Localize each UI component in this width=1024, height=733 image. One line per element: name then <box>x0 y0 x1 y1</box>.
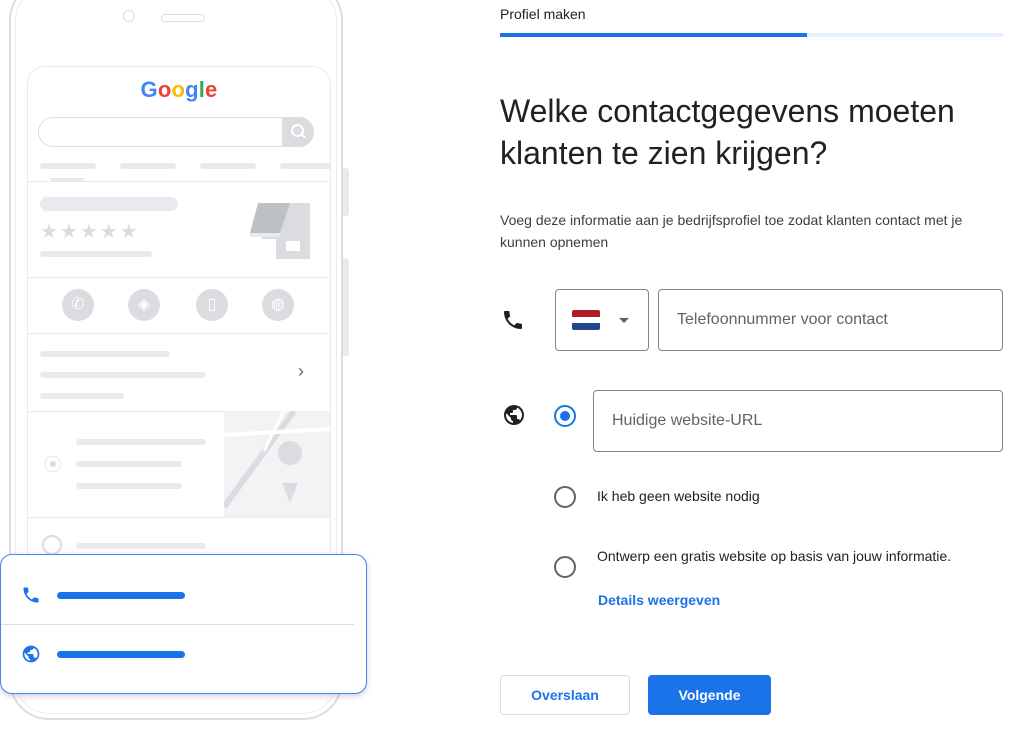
bookmark-icon: ▯ <box>196 289 228 321</box>
skip-button[interactable]: Overslaan <box>500 675 630 715</box>
search-icon <box>282 117 314 147</box>
netherlands-flag-icon <box>572 310 600 330</box>
divider <box>28 333 330 334</box>
call-icon: ✆ <box>62 289 94 321</box>
radio-website-url[interactable] <box>554 405 576 427</box>
page-description: Voeg deze informatie aan je bedrijfsprof… <box>500 212 963 250</box>
divider <box>1 624 354 625</box>
globe-icon <box>504 405 524 425</box>
mock-tab <box>280 163 330 169</box>
camera-icon <box>123 10 135 22</box>
mock-text-line <box>40 351 170 357</box>
details-link[interactable]: Details weergeven <box>598 592 720 608</box>
mock-text-line <box>40 393 124 399</box>
clock-icon <box>42 535 62 555</box>
dropdown-caret-icon <box>619 318 629 323</box>
website-placeholder-bar <box>57 651 185 658</box>
mock-text-line <box>76 543 206 549</box>
storefront-icon <box>250 203 310 259</box>
chevron-right-icon: › <box>298 361 304 381</box>
mock-tab <box>40 163 96 169</box>
phone-placeholder-bar <box>57 592 185 599</box>
globe-icon <box>22 645 40 663</box>
google-logo: Google <box>140 77 218 102</box>
radio-free-website[interactable] <box>554 556 576 578</box>
next-button[interactable]: Volgende <box>648 675 771 715</box>
phone-icon <box>23 587 39 603</box>
mock-text-line <box>76 461 182 467</box>
phone-side-button <box>343 258 349 356</box>
divider <box>28 517 330 518</box>
rating-stars-icon: ★★★★★ <box>40 221 140 243</box>
divider <box>28 277 330 278</box>
progress-bar <box>500 33 1003 37</box>
mock-text-line <box>76 439 206 445</box>
step-label: Profiel maken <box>500 6 586 22</box>
directions-icon: ◈ <box>128 289 160 321</box>
mock-text-line <box>40 372 206 378</box>
speaker-icon <box>161 14 205 22</box>
radio-no-website[interactable] <box>554 486 576 508</box>
divider <box>28 181 330 182</box>
mock-tab <box>120 163 176 169</box>
location-pin-icon: ⦿ <box>44 455 62 475</box>
mini-map <box>224 411 330 517</box>
phone-number-input[interactable] <box>658 289 1003 351</box>
progress-bar-fill <box>500 33 807 37</box>
mock-title <box>40 197 178 211</box>
phone-illustration: Google ★★★★★ ✆ ◈ ▯ ◍ › ⦿ <box>0 0 380 733</box>
phone-side-button <box>343 168 349 216</box>
mock-search-bar <box>38 117 314 147</box>
website-icon: ◍ <box>262 289 294 321</box>
mock-text-line <box>76 483 182 489</box>
website-url-input[interactable] <box>593 390 1003 452</box>
mock-text-line <box>40 251 152 257</box>
mock-tab <box>200 163 256 169</box>
page-title: Welke contactgegevens moeten klanten te … <box>500 93 955 171</box>
phone-icon <box>504 311 522 329</box>
contact-highlight-card <box>0 554 367 694</box>
free-website-label[interactable]: Ontwerp een gratis website op basis van … <box>597 546 957 567</box>
country-code-dropdown[interactable] <box>555 289 649 351</box>
no-website-label[interactable]: Ik heb geen website nodig <box>597 486 760 507</box>
